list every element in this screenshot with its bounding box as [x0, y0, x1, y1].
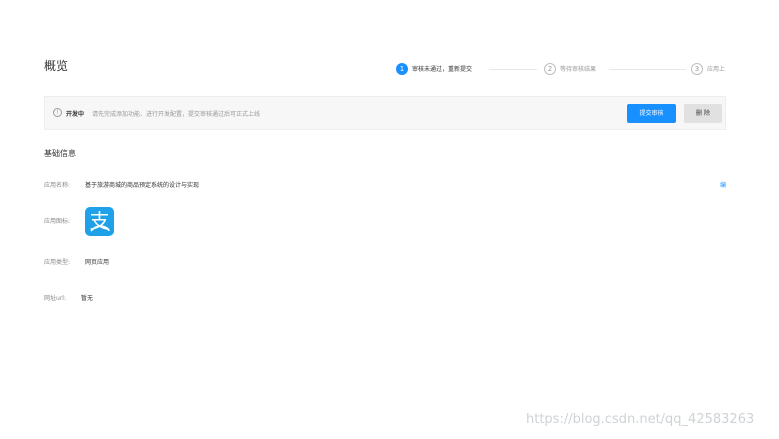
page-title: 概览 — [44, 59, 69, 73]
step-divider — [609, 69, 686, 70]
status-bar: ! 开发中 请先完成添加功能、进行开发配置，提交审核通过后可正式上线 提交审核 … — [44, 96, 726, 130]
page: 概览 1 审核未通过，重新提交 2 等待审核结果 3 应用上 ! 开发中 请先完… — [0, 0, 779, 439]
alipay-icon: 支 — [85, 207, 114, 236]
edit-link[interactable]: 编 — [720, 180, 726, 189]
steps-progress: 1 审核未通过，重新提交 2 等待审核结果 3 应用上 — [396, 63, 726, 77]
step-3-label: 应用上 — [707, 66, 726, 73]
url-value: 暂无 — [81, 295, 94, 302]
step-3-circle: 3 — [691, 63, 703, 75]
app-type-label: 应用类型: — [44, 259, 71, 266]
app-name-label: 应用名称: — [44, 182, 71, 189]
status-label: 开发中 — [66, 111, 85, 118]
delete-button[interactable]: 删 除 — [684, 104, 722, 123]
url-label: 网址url: — [44, 295, 66, 302]
app-name-value: 基于旅游商城的商品预定系统的设计与实现 — [85, 182, 200, 189]
step-2-circle: 2 — [544, 63, 556, 75]
watermark: https://blog.csdn.net/qq_42583263 — [526, 412, 755, 427]
submit-review-button[interactable]: 提交审核 — [627, 104, 676, 123]
step-2-label: 等待审核结果 — [560, 66, 597, 73]
info-icon: ! — [53, 108, 62, 117]
section-title: 基础信息 — [44, 149, 76, 158]
app-type-value: 网页应用 — [85, 259, 110, 266]
step-divider — [489, 69, 537, 70]
step-1-label: 审核未通过，重新提交 — [412, 66, 473, 73]
step-1-circle: 1 — [396, 63, 408, 75]
status-description: 请先完成添加功能、进行开发配置，提交审核通过后可正式上线 — [92, 111, 261, 118]
app-icon-label: 应用图标: — [44, 218, 71, 225]
